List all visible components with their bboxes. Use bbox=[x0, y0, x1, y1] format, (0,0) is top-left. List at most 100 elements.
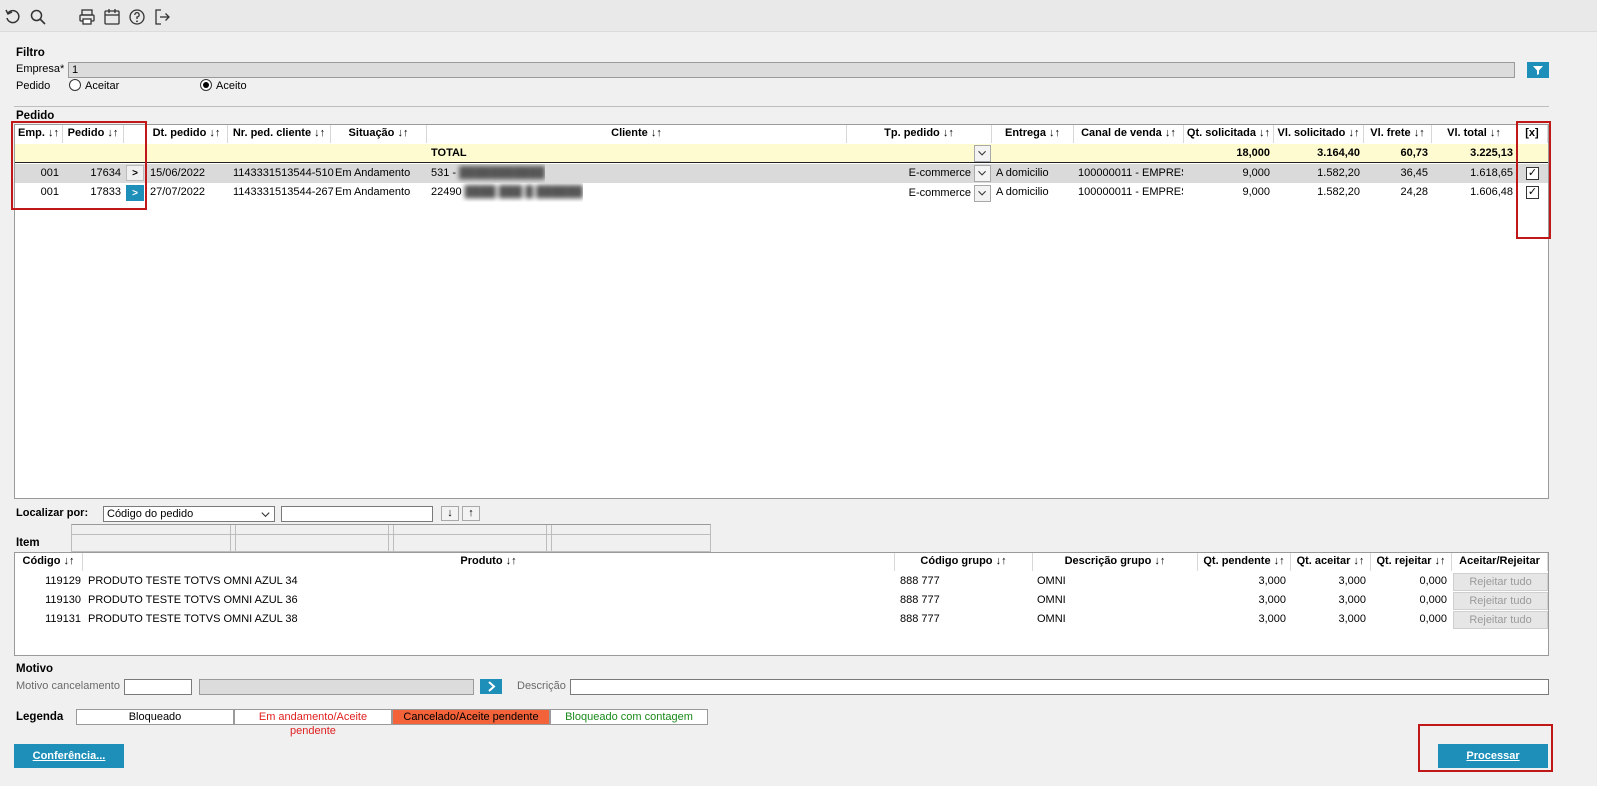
cell-qt-aceitar[interactable]: 3,000 bbox=[1291, 572, 1366, 591]
chevron-down-icon bbox=[978, 170, 986, 176]
cell-qt-aceitar[interactable]: 3,000 bbox=[1291, 610, 1366, 629]
search-up-button[interactable]: ↑ bbox=[462, 506, 480, 521]
cell-situacao: Em Andamento bbox=[335, 167, 411, 179]
print-icon[interactable] bbox=[78, 8, 96, 26]
col-entrega[interactable]: Entrega ↓↑ bbox=[992, 125, 1074, 143]
col-canal-venda[interactable]: Canal de venda ↓↑ bbox=[1074, 125, 1184, 143]
cell-qt-rejeitar[interactable]: 0,000 bbox=[1371, 591, 1447, 610]
empresa-label: Empresa* bbox=[16, 63, 65, 75]
motivo-cancelamento-label: Motivo cancelamento bbox=[16, 680, 120, 692]
col-codigo-grupo[interactable]: Código grupo ↓↑ bbox=[895, 553, 1033, 571]
cell-entrega: A domicilio bbox=[996, 186, 1049, 198]
descricao-input[interactable] bbox=[570, 679, 1549, 695]
radio-aceito[interactable] bbox=[200, 79, 212, 91]
search-down-button[interactable]: ↓ bbox=[441, 506, 459, 521]
col-situacao[interactable]: Situação ↓↑ bbox=[331, 125, 427, 143]
motivo-code-input[interactable] bbox=[124, 679, 192, 695]
tp-dropdown[interactable] bbox=[974, 185, 991, 202]
cell-codigo: 119130 bbox=[45, 594, 81, 606]
col-vl-frete[interactable]: Vl. frete ↓↑ bbox=[1364, 125, 1432, 143]
total-total: 3.225,13 bbox=[1470, 147, 1513, 159]
col-tp-pedido[interactable]: Tp. pedido ↓↑ bbox=[847, 125, 992, 143]
item-title: Item bbox=[16, 537, 40, 549]
cell-tp-pedido: E-commerce bbox=[908, 167, 971, 179]
localizar-label: Localizar por: bbox=[16, 507, 89, 519]
legend-bloqueado-contagem: Bloqueado com contagem bbox=[550, 709, 708, 725]
cell-qt-rejeitar[interactable]: 0,000 bbox=[1371, 610, 1447, 629]
help-icon[interactable] bbox=[128, 8, 146, 26]
cell-qt-solicitada: 9,000 bbox=[1242, 167, 1270, 179]
filter-icon bbox=[1533, 66, 1543, 75]
cell-canal-venda: 100000011 - EMPRESA bbox=[1078, 186, 1183, 198]
table-row[interactable]: 119130 PRODUTO TESTE TOTVS OMNI AZUL 36 … bbox=[15, 591, 1548, 610]
col-qt-aceitar[interactable]: Qt. aceitar ↓↑ bbox=[1291, 553, 1371, 571]
legenda-label: Legenda bbox=[16, 711, 64, 723]
cell-dt-pedido: 15/06/2022 bbox=[150, 167, 206, 179]
exit-icon[interactable] bbox=[153, 8, 171, 26]
rejeitar-tudo-button[interactable]: Rejeitar tudo bbox=[1453, 611, 1548, 629]
cell-codigo-grupo: 888 777 bbox=[900, 594, 940, 606]
radio-aceitar-label: Aceitar bbox=[85, 80, 120, 92]
cell-dt-pedido: 27/07/2022 bbox=[150, 186, 206, 198]
cell-cliente: 22490 ████ ███ █ ██████ bbox=[431, 183, 583, 202]
tp-dropdown[interactable] bbox=[974, 165, 991, 182]
total-qt: 18,000 bbox=[1236, 147, 1270, 159]
cell-codigo: 119129 bbox=[45, 575, 81, 587]
descricao-label: Descrição bbox=[517, 680, 566, 692]
table-row[interactable]: 119131 PRODUTO TESTE TOTVS OMNI AZUL 38 … bbox=[15, 610, 1548, 629]
empresa-field[interactable]: 1 bbox=[68, 62, 1515, 78]
table-row[interactable]: 119129 PRODUTO TESTE TOTVS OMNI AZUL 34 … bbox=[15, 572, 1548, 591]
localizar-search-input[interactable] bbox=[281, 506, 433, 522]
chevron-right-icon bbox=[488, 681, 496, 692]
cell-tp-pedido: E-commerce bbox=[908, 187, 971, 199]
search-icon[interactable] bbox=[29, 8, 47, 26]
cell-descricao-grupo: OMNI bbox=[1037, 575, 1066, 587]
filter-button[interactable] bbox=[1527, 62, 1549, 78]
cell-vl-frete: 24,28 bbox=[1400, 186, 1428, 198]
col-nr-ped-cliente[interactable]: Nr. ped. cliente ↓↑ bbox=[228, 125, 331, 143]
refresh-icon[interactable] bbox=[4, 8, 22, 26]
cell-nr-ped-cliente: 1143331513544-267 bbox=[233, 186, 334, 198]
conferencia-button[interactable]: Conferência... bbox=[14, 744, 124, 768]
radio-aceitar[interactable] bbox=[69, 79, 81, 91]
legend-cancelado: Cancelado/Aceite pendente bbox=[392, 709, 550, 725]
col-cliente[interactable]: Cliente ↓↑ bbox=[427, 125, 847, 143]
motivo-lookup-button[interactable] bbox=[480, 679, 502, 694]
cell-qt-pendente: 3,000 bbox=[1258, 613, 1286, 625]
cell-entrega: A domicilio bbox=[996, 167, 1049, 179]
cell-qt-rejeitar[interactable]: 0,000 bbox=[1371, 572, 1447, 591]
table-row[interactable]: 001 17833 > 27/07/2022 1143331513544-267… bbox=[15, 183, 1548, 202]
redacted-text: ████ ███ █ ██████ bbox=[461, 186, 583, 198]
divider bbox=[14, 106, 1549, 107]
cliente-code: 531 - bbox=[431, 167, 460, 179]
divider bbox=[72, 534, 710, 535]
cell-qt-solicitada: 9,000 bbox=[1242, 186, 1270, 198]
cell-qt-aceitar[interactable]: 3,000 bbox=[1291, 591, 1366, 610]
cell-produto: PRODUTO TESTE TOTVS OMNI AZUL 36 bbox=[88, 594, 298, 606]
cell-canal-venda: 100000011 - EMPRESA bbox=[1078, 167, 1183, 179]
legend-bloqueado: Bloqueado bbox=[76, 709, 234, 725]
col-vl-total[interactable]: Vl. total ↓↑ bbox=[1432, 125, 1517, 143]
col-qt-rejeitar[interactable]: Qt. rejeitar ↓↑ bbox=[1371, 553, 1452, 571]
calendar-icon[interactable] bbox=[103, 8, 121, 26]
highlight-box bbox=[11, 121, 147, 210]
col-produto[interactable]: Produto ↓↑ bbox=[83, 553, 895, 571]
col-descricao-grupo[interactable]: Descrição grupo ↓↑ bbox=[1033, 553, 1198, 571]
chevron-down-icon bbox=[261, 512, 270, 518]
total-row: TOTAL 18,000 3.164,40 60,73 3.225,13 bbox=[15, 144, 1548, 163]
localizar-select[interactable]: Código do pedido bbox=[103, 506, 275, 522]
col-qt-solicitada[interactable]: Qt. solicitada ↓↑ bbox=[1184, 125, 1274, 143]
divider bbox=[546, 525, 552, 551]
empty-grid-strip bbox=[71, 524, 711, 552]
total-vl: 3.164,40 bbox=[1317, 147, 1360, 159]
cell-cliente: 531 - ███████████ bbox=[431, 164, 545, 183]
total-frete: 60,73 bbox=[1400, 147, 1428, 159]
col-vl-solicitado[interactable]: Vl. solicitado ↓↑ bbox=[1274, 125, 1364, 143]
col-qt-pendente[interactable]: Qt. pendente ↓↑ bbox=[1198, 553, 1291, 571]
col-codigo[interactable]: Código ↓↑ bbox=[15, 553, 83, 571]
rejeitar-tudo-button[interactable]: Rejeitar tudo bbox=[1453, 573, 1548, 591]
rejeitar-tudo-button[interactable]: Rejeitar tudo bbox=[1453, 592, 1548, 610]
col-dt-pedido[interactable]: Dt. pedido ↓↑ bbox=[146, 125, 228, 143]
total-tp-dropdown[interactable] bbox=[974, 145, 991, 162]
table-row[interactable]: 001 17634 > 15/06/2022 1143331513544-510… bbox=[15, 164, 1548, 183]
